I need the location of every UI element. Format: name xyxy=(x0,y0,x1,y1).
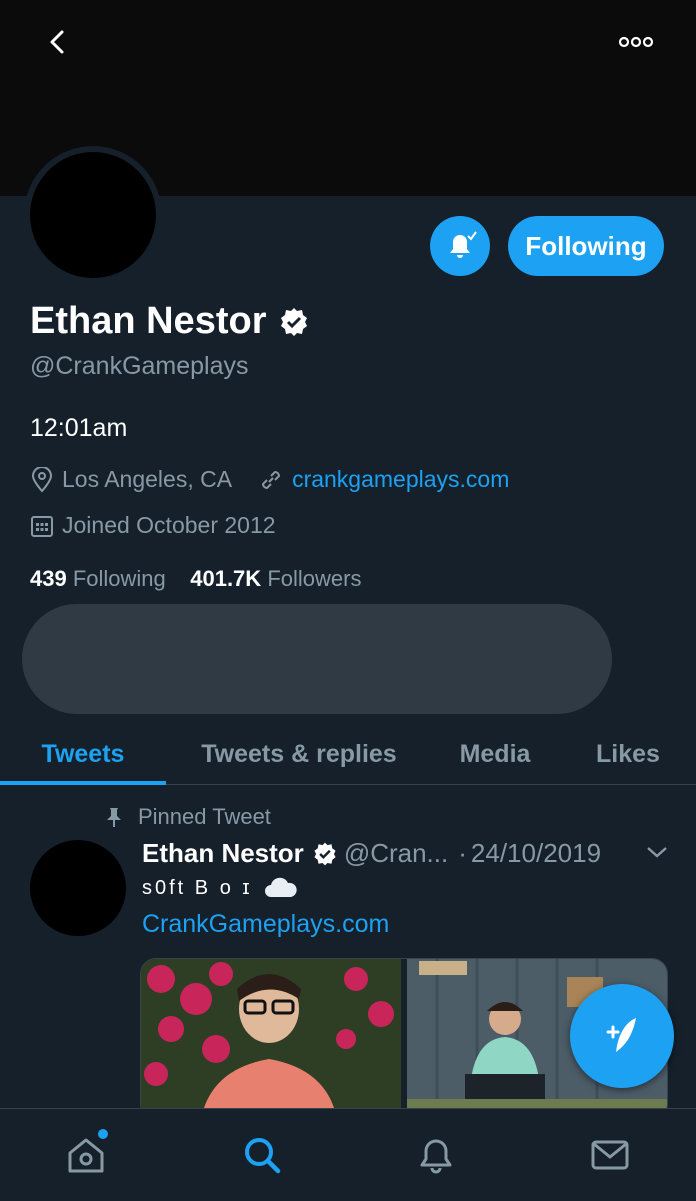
tweet-menu-button[interactable] xyxy=(646,844,668,865)
bell-icon xyxy=(420,1139,452,1174)
followers-label: Followers xyxy=(267,566,362,591)
following-button[interactable]: Following xyxy=(508,216,664,276)
tab-tweets[interactable]: Tweets xyxy=(0,724,166,784)
website-link[interactable]: crankgameplays.com xyxy=(292,466,509,493)
tab-media[interactable]: Media xyxy=(440,724,550,784)
bottom-nav xyxy=(0,1108,696,1201)
joined-row: Joined October 2012 xyxy=(30,512,302,539)
location: Los Angeles, CA xyxy=(30,466,232,493)
more-horizontal-icon xyxy=(618,36,654,48)
home-icon xyxy=(68,1138,104,1173)
bell-check-icon xyxy=(450,231,477,258)
profile-bio: 12:01am xyxy=(30,414,128,442)
envelope-icon xyxy=(591,1140,629,1170)
tweet-avatar[interactable] xyxy=(30,840,126,936)
tweet-author[interactable]: Ethan Nestor xyxy=(142,838,304,869)
followers-count-link[interactable]: 401.7K Followers xyxy=(190,566,361,591)
tweet-date: 24/10/2019 xyxy=(470,838,602,868)
profile-meta-row: Los Angeles, CA crankgameplays.com xyxy=(30,466,535,493)
chevron-left-icon xyxy=(50,30,64,54)
cloud-icon xyxy=(264,877,297,897)
location-pin-icon xyxy=(31,466,53,492)
tweet-separator: · xyxy=(458,838,467,868)
nav-messages[interactable] xyxy=(584,1129,636,1181)
joined-text: Joined October 2012 xyxy=(62,512,276,538)
follow-counts: 439 Following 401.7K Followers xyxy=(30,566,361,592)
verified-badge-icon xyxy=(314,842,336,865)
link-icon xyxy=(262,470,281,489)
profile-handle: @CrankGameplays xyxy=(30,352,249,380)
more-button[interactable] xyxy=(614,20,658,64)
tweet-handle[interactable]: @Cran... xyxy=(344,838,448,869)
tab-likes[interactable]: Likes xyxy=(576,724,680,784)
compose-tweet-button[interactable] xyxy=(570,984,674,1088)
avatar[interactable] xyxy=(30,152,156,278)
following-label: Following xyxy=(72,566,166,591)
nav-search[interactable] xyxy=(236,1129,288,1181)
back-button[interactable] xyxy=(36,20,80,64)
notification-dot xyxy=(98,1129,108,1139)
website[interactable]: crankgameplays.com xyxy=(258,466,509,493)
followers-count: 401.7K xyxy=(190,566,262,591)
location-text: Los Angeles, CA xyxy=(62,466,233,492)
chevron-down-icon xyxy=(647,847,667,858)
following-count-link[interactable]: 439 Following xyxy=(30,566,166,591)
pin-icon xyxy=(107,808,121,827)
nav-notifications[interactable] xyxy=(410,1129,462,1181)
compose-feather-icon xyxy=(606,1018,636,1052)
pinned-label: Pinned Tweet xyxy=(138,804,271,829)
tweet-text-row: s0ft B o ɪ xyxy=(142,876,299,900)
joined: Joined October 2012 xyxy=(30,512,276,539)
verified-badge-icon xyxy=(281,307,308,336)
tab-tweets-replies[interactable]: Tweets & replies xyxy=(176,724,422,784)
tweet-header: Ethan Nestor @Cran... · 24/10/2019 xyxy=(142,838,601,869)
nav-home[interactable] xyxy=(60,1129,112,1181)
redacted-region xyxy=(22,604,612,714)
profile-name-row: Ethan Nestor xyxy=(30,300,310,343)
following-count: 439 xyxy=(30,566,67,591)
calendar-icon xyxy=(31,515,53,537)
search-icon xyxy=(245,1138,281,1174)
notifications-toggle-button[interactable] xyxy=(430,216,490,276)
tweet-link[interactable]: CrankGameplays.com xyxy=(142,910,389,939)
pinned-label-row: Pinned Tweet xyxy=(104,804,271,830)
active-tab-indicator xyxy=(0,781,166,785)
tweet-text: s0ft B o ɪ xyxy=(142,876,253,899)
profile-tabs: Tweets Tweets & replies Media Likes xyxy=(0,724,696,785)
profile-name: Ethan Nestor xyxy=(30,300,267,342)
tweet-photo-1[interactable] xyxy=(141,959,401,1119)
